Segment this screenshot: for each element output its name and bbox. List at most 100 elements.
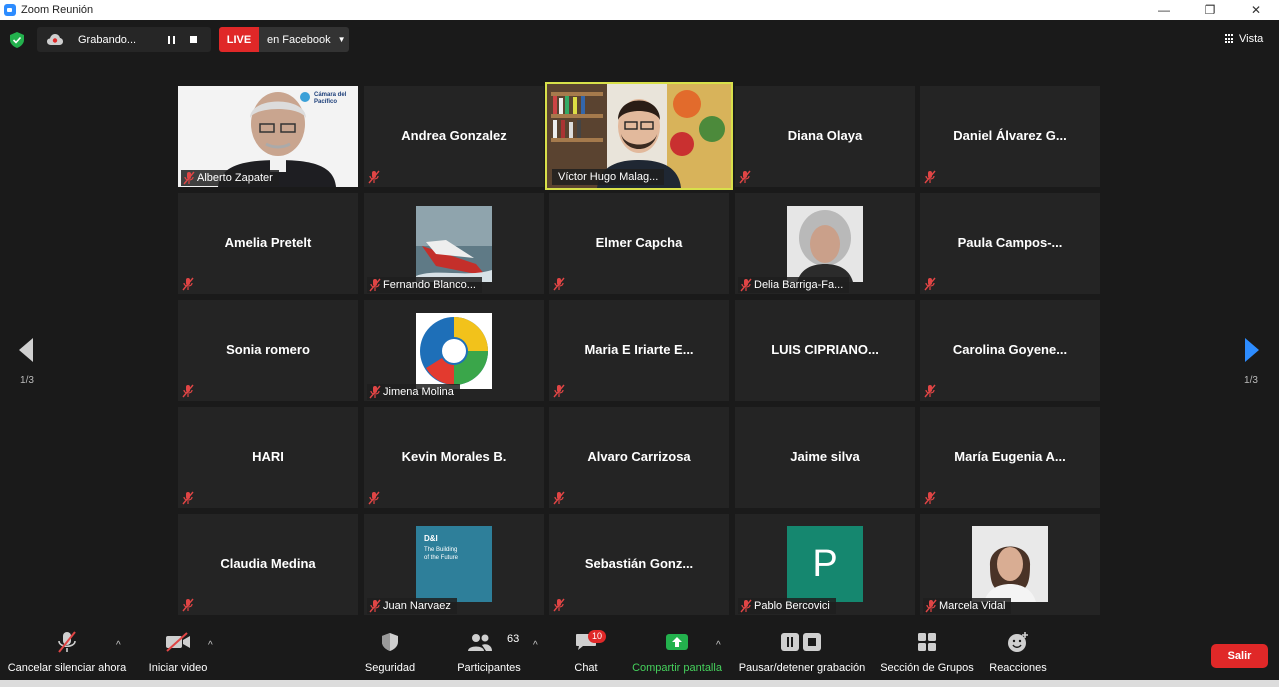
participant-tile[interactable]: Elmer Capcha xyxy=(549,193,729,294)
participant-tile[interactable]: Sebastián Gonz... xyxy=(549,514,729,615)
audio-options-chevron-icon[interactable]: ^ xyxy=(116,640,121,651)
participant-name-strip: Fernando Blanco... xyxy=(367,277,482,293)
participant-tile[interactable]: Jaime silva xyxy=(735,407,915,508)
participants-button[interactable]: 63 Participantes xyxy=(454,628,524,680)
participant-name: Paula Campos-... xyxy=(957,235,1063,250)
chat-label: Chat xyxy=(574,662,598,674)
window-titlebar: Zoom Reunión — ❐ ✕ xyxy=(0,0,1279,20)
recording-indicator: Grabando... xyxy=(37,27,211,52)
di-cover-subtitle: The Building of the Future xyxy=(424,547,459,561)
smiley-icon xyxy=(1008,632,1028,652)
participant-name: Alberto Zapater xyxy=(197,172,273,184)
participant-tile[interactable]: Marcela Vidal xyxy=(920,514,1100,615)
participant-name: Daniel Álvarez G... xyxy=(953,128,1067,143)
mic-muted-icon xyxy=(183,171,195,185)
leave-meeting-button[interactable]: Salir xyxy=(1211,644,1268,668)
grid-view-icon xyxy=(1225,34,1235,44)
page-indicator-right: 1/3 xyxy=(1244,375,1258,386)
mic-muted-icon xyxy=(182,384,194,398)
stop-recording-button[interactable] xyxy=(184,31,202,49)
participant-tile[interactable]: Maria E Iriarte E... xyxy=(549,300,729,401)
share-options-chevron-icon[interactable]: ^ xyxy=(716,640,721,651)
mic-muted-icon xyxy=(182,598,194,612)
participant-tile[interactable]: Claudia Medina xyxy=(178,514,358,615)
participant-name: Juan Narvaez xyxy=(383,600,451,612)
pause-stop-recording-button[interactable]: Pausar/detener grabación xyxy=(737,628,867,680)
mic-muted-icon xyxy=(368,170,380,184)
mic-muted-icon xyxy=(182,491,194,505)
participant-tile[interactable]: Alvaro Carrizosa xyxy=(549,407,729,508)
participant-tile[interactable]: Amelia Pretelt xyxy=(178,193,358,294)
shield-icon xyxy=(382,633,398,651)
participant-name: Diana Olaya xyxy=(787,128,863,143)
participant-name: Maria E Iriarte E... xyxy=(584,342,694,357)
next-page-arrow-icon[interactable] xyxy=(1242,336,1262,364)
participant-name: Delia Barriga-Fa... xyxy=(754,279,844,291)
participant-tile[interactable]: LUIS CIPRIANO... xyxy=(735,300,915,401)
video-options-chevron-icon[interactable]: ^ xyxy=(208,640,213,651)
mic-muted-icon xyxy=(369,599,381,613)
pause-recording-button[interactable] xyxy=(162,31,180,49)
unmute-label: Cancelar silenciar ahora xyxy=(7,662,127,674)
video-off-icon xyxy=(166,632,190,652)
participant-tile[interactable]: Andrea Gonzalez xyxy=(364,86,544,187)
participant-tile[interactable]: María Eugenia A... xyxy=(920,407,1100,508)
participant-tile[interactable]: P Pablo Bercovici xyxy=(735,514,915,615)
close-button[interactable]: ✕ xyxy=(1233,0,1279,20)
view-label: Vista xyxy=(1239,33,1264,45)
participant-name: Víctor Hugo Malag... xyxy=(558,171,659,183)
participant-name: Kevin Morales B. xyxy=(401,449,507,464)
mic-muted-icon xyxy=(924,384,936,398)
mic-muted-icon xyxy=(368,491,380,505)
start-video-button[interactable]: Iniciar video xyxy=(146,628,210,680)
meeting-toolbar: Cancelar silenciar ahora ^ Iniciar video… xyxy=(0,628,1279,680)
taskbar-strip xyxy=(0,680,1279,687)
participant-name: Andrea Gonzalez xyxy=(401,128,507,143)
di-book-cover-image: D&I The Building of the Future xyxy=(416,526,492,602)
avatar-initial: P xyxy=(812,542,838,585)
participant-tile[interactable]: Jimena Molina xyxy=(364,300,544,401)
participant-tile[interactable]: Daniel Álvarez G... xyxy=(920,86,1100,187)
reactions-button[interactable]: Reacciones xyxy=(988,628,1048,680)
participant-tile[interactable]: Sonia romero xyxy=(178,300,358,401)
chat-button[interactable]: 10 Chat xyxy=(568,628,607,680)
participant-name: Sonia romero xyxy=(226,342,310,357)
participant-tile[interactable]: D&I The Building of the Future Juan Narv… xyxy=(364,514,544,615)
initial-avatar: P xyxy=(787,526,863,602)
participant-tile[interactable]: Delia Barriga-Fa... xyxy=(735,193,915,294)
participant-tile[interactable]: Paula Campos-... xyxy=(920,193,1100,294)
breakout-rooms-label: Sección de Grupos xyxy=(880,662,974,674)
recording-label: Grabando... xyxy=(78,33,137,46)
view-button[interactable]: Vista xyxy=(1225,28,1269,50)
previous-page-arrow-icon[interactable] xyxy=(16,336,36,364)
participant-tile[interactable]: HARI xyxy=(178,407,358,508)
share-screen-label: Compartir pantalla xyxy=(632,662,722,674)
participant-tile[interactable]: Carolina Goyene... xyxy=(920,300,1100,401)
active-speaker-tile[interactable]: Víctor Hugo Malag... xyxy=(545,82,733,190)
live-badge: LIVE xyxy=(219,27,259,52)
participant-tile[interactable]: Fernando Blanco... xyxy=(364,193,544,294)
live-stream-indicator[interactable]: LIVE en Facebook ▼ xyxy=(219,27,349,52)
portrait-avatar-image xyxy=(787,206,863,282)
participants-options-chevron-icon[interactable]: ^ xyxy=(533,640,538,651)
mic-muted-icon xyxy=(553,277,565,291)
window-title: Zoom Reunión xyxy=(21,4,94,16)
meeting-area: Grabando... LIVE en Facebook ▼ Vista 1/3… xyxy=(0,20,1279,628)
restore-button[interactable]: ❐ xyxy=(1187,0,1233,20)
participant-name: Amelia Pretelt xyxy=(224,235,312,250)
security-button[interactable]: Seguridad xyxy=(362,628,418,680)
share-screen-button[interactable]: Compartir pantalla xyxy=(630,628,724,680)
mic-muted-icon xyxy=(925,599,937,613)
participant-tile[interactable]: Kevin Morales B. xyxy=(364,407,544,508)
unmute-button[interactable]: Cancelar silenciar ahora xyxy=(8,628,126,680)
di-cover-title: D&I xyxy=(424,534,438,543)
minimize-button[interactable]: — xyxy=(1141,0,1187,20)
breakout-rooms-button[interactable]: Sección de Grupos xyxy=(880,628,974,680)
participant-name-strip: Marcela Vidal xyxy=(923,598,1012,614)
participant-tile[interactable]: Cámara del Pacífico Alberto Zapater xyxy=(178,86,358,187)
live-destination-dropdown[interactable]: en Facebook ▼ xyxy=(259,27,349,52)
encryption-shield-icon[interactable] xyxy=(10,32,24,48)
zoom-app-icon xyxy=(4,4,16,16)
participant-tile[interactable]: Diana Olaya xyxy=(735,86,915,187)
participant-name: LUIS CIPRIANO... xyxy=(771,342,879,357)
